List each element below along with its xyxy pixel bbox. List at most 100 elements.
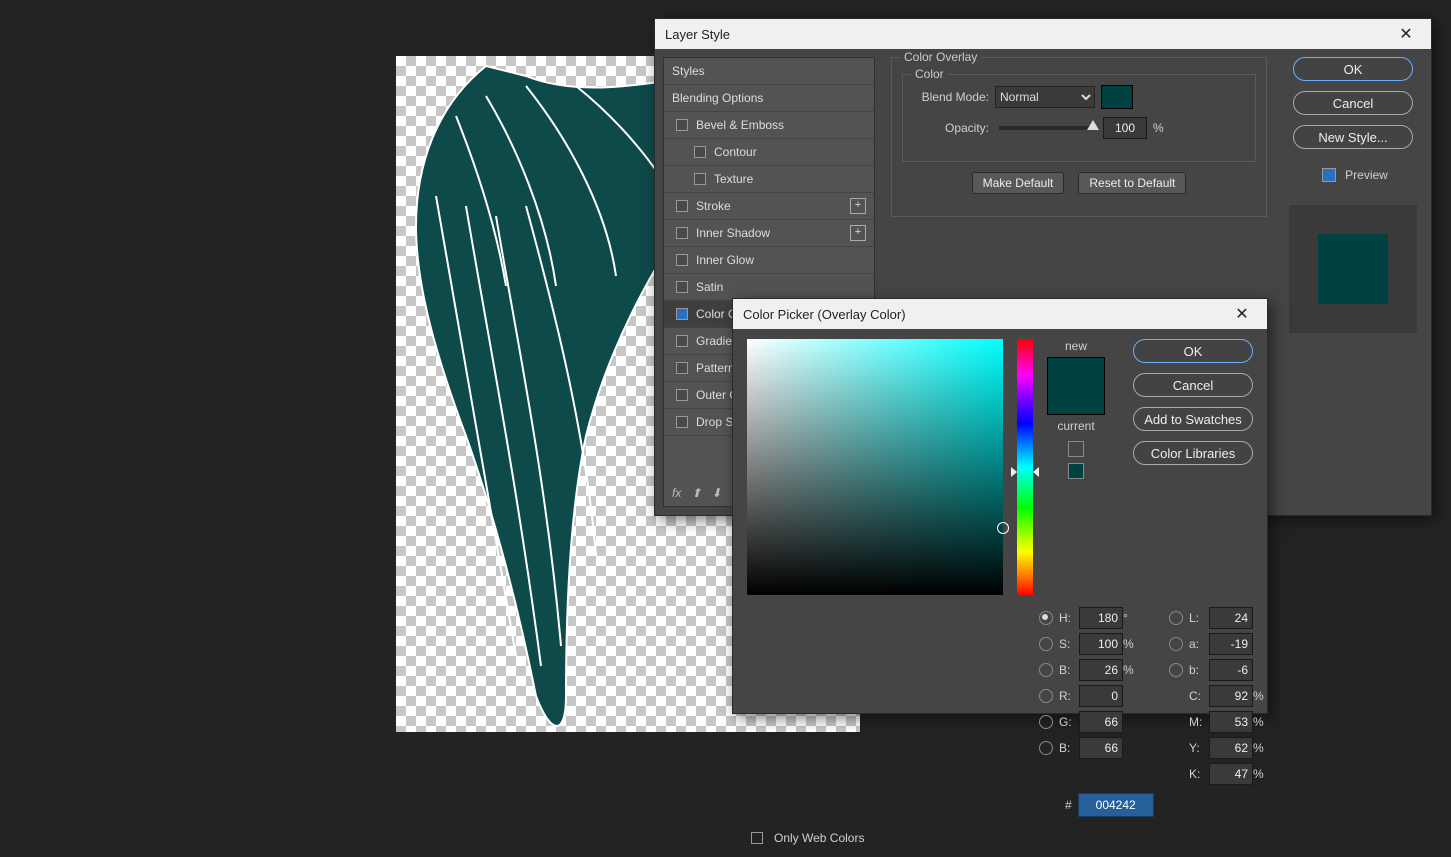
arrow-down-icon[interactable]: ⬇ xyxy=(711,486,721,500)
preview-checkbox[interactable]: Preview xyxy=(1318,165,1388,185)
mini-swatch[interactable] xyxy=(1068,463,1084,479)
only-web-colors-checkbox[interactable]: Only Web Colors xyxy=(747,829,1253,847)
opacity-slider[interactable] xyxy=(999,126,1093,130)
fx-label[interactable]: fx xyxy=(672,486,681,500)
radio[interactable] xyxy=(1169,611,1183,625)
unit-label: ° xyxy=(1123,611,1141,625)
new-style-button[interactable]: New Style... xyxy=(1293,125,1413,149)
value-input[interactable] xyxy=(1209,659,1253,681)
value-input[interactable] xyxy=(1209,633,1253,655)
value-label: C: xyxy=(1189,689,1205,703)
style-item[interactable]: Bevel & Emboss xyxy=(664,112,874,139)
new-label: new xyxy=(1065,339,1087,353)
radio[interactable] xyxy=(1039,611,1053,625)
style-label: Inner Glow xyxy=(696,253,754,267)
plus-icon[interactable]: + xyxy=(850,198,866,214)
style-checkbox[interactable] xyxy=(694,173,706,185)
radio[interactable] xyxy=(1039,715,1053,729)
style-label: Texture xyxy=(714,172,753,186)
opacity-unit: % xyxy=(1153,121,1164,135)
style-checkbox[interactable] xyxy=(676,416,688,428)
hue-slider[interactable] xyxy=(1017,339,1033,595)
style-item[interactable]: Contour xyxy=(664,139,874,166)
unit-label: % xyxy=(1253,715,1271,729)
value-input[interactable] xyxy=(1209,711,1253,733)
value-label: Y: xyxy=(1189,741,1205,755)
value-label: B: xyxy=(1059,741,1075,755)
color-overlay-section: Color Overlay Color Blend Mode: Normal O… xyxy=(891,57,1267,217)
value-input[interactable] xyxy=(1209,685,1253,707)
style-label: Satin xyxy=(696,280,723,294)
style-checkbox[interactable] xyxy=(676,254,688,266)
current-label: current xyxy=(1057,419,1094,433)
sv-field[interactable] xyxy=(747,339,1003,595)
style-checkbox[interactable] xyxy=(676,362,688,374)
style-checkbox[interactable] xyxy=(676,335,688,347)
value-input[interactable] xyxy=(1209,763,1253,785)
value-label: b: xyxy=(1189,663,1205,677)
value-input[interactable] xyxy=(1079,607,1123,629)
style-item[interactable]: Texture xyxy=(664,166,874,193)
value-input[interactable] xyxy=(1209,607,1253,629)
radio[interactable] xyxy=(1169,663,1183,677)
overlay-color-swatch[interactable] xyxy=(1101,85,1133,109)
value-label: a: xyxy=(1189,637,1205,651)
value-input[interactable] xyxy=(1079,711,1123,733)
reset-default-button[interactable]: Reset to Default xyxy=(1078,172,1186,194)
style-checkbox[interactable] xyxy=(676,119,688,131)
sv-cursor[interactable] xyxy=(997,522,1009,534)
style-item[interactable]: Satin xyxy=(664,274,874,301)
plus-icon[interactable]: + xyxy=(850,225,866,241)
unit-label: % xyxy=(1123,663,1141,677)
value-input[interactable] xyxy=(1209,737,1253,759)
style-checkbox[interactable] xyxy=(676,389,688,401)
radio[interactable] xyxy=(1039,663,1053,677)
cube-icon[interactable] xyxy=(1068,441,1084,457)
style-item[interactable]: Stroke + xyxy=(664,193,874,220)
preview-swatch xyxy=(1318,234,1388,304)
style-checkbox[interactable] xyxy=(676,227,688,239)
value-input[interactable] xyxy=(1079,685,1123,707)
opacity-input[interactable] xyxy=(1103,117,1147,139)
make-default-button[interactable]: Make Default xyxy=(972,172,1065,194)
close-icon[interactable]: ✕ xyxy=(1227,299,1257,329)
blending-options[interactable]: Blending Options xyxy=(664,85,874,112)
styles-header[interactable]: Styles xyxy=(664,58,874,85)
value-label: H: xyxy=(1059,611,1075,625)
radio[interactable] xyxy=(1039,637,1053,651)
hex-hash: # xyxy=(1065,798,1072,812)
value-label: K: xyxy=(1189,767,1205,781)
cp-cancel-button[interactable]: Cancel xyxy=(1133,373,1253,397)
style-checkbox[interactable] xyxy=(676,281,688,293)
value-label: S: xyxy=(1059,637,1075,651)
style-checkbox[interactable] xyxy=(676,308,688,320)
style-checkbox[interactable] xyxy=(676,200,688,212)
blendmode-label: Blend Mode: xyxy=(913,90,989,104)
section-legend: Color Overlay xyxy=(900,50,981,64)
style-checkbox[interactable] xyxy=(694,146,706,158)
new-current-swatch[interactable] xyxy=(1047,357,1105,415)
style-item[interactable]: Inner Glow xyxy=(664,247,874,274)
color-libraries-button[interactable]: Color Libraries xyxy=(1133,441,1253,465)
ok-button[interactable]: OK xyxy=(1293,57,1413,81)
value-label: B: xyxy=(1059,663,1075,677)
unit-label: % xyxy=(1253,767,1271,781)
add-swatches-button[interactable]: Add to Swatches xyxy=(1133,407,1253,431)
radio[interactable] xyxy=(1039,689,1053,703)
value-input[interactable] xyxy=(1079,737,1123,759)
color-picker-dialog: Color Picker (Overlay Color) ✕ new curre… xyxy=(732,298,1268,714)
radio[interactable] xyxy=(1169,637,1183,651)
cancel-button[interactable]: Cancel xyxy=(1293,91,1413,115)
value-input[interactable] xyxy=(1079,633,1123,655)
preview-box xyxy=(1289,205,1417,333)
value-input[interactable] xyxy=(1079,659,1123,681)
layerstyle-title: Layer Style xyxy=(665,27,730,42)
cp-ok-button[interactable]: OK xyxy=(1133,339,1253,363)
radio[interactable] xyxy=(1039,741,1053,755)
close-icon[interactable]: ✕ xyxy=(1391,19,1421,49)
blendmode-select[interactable]: Normal xyxy=(995,86,1095,108)
arrow-up-icon[interactable]: ⬆ xyxy=(691,486,701,500)
style-item[interactable]: Inner Shadow+ xyxy=(664,220,874,247)
hex-input[interactable] xyxy=(1078,793,1154,817)
style-label: Stroke xyxy=(696,199,731,213)
